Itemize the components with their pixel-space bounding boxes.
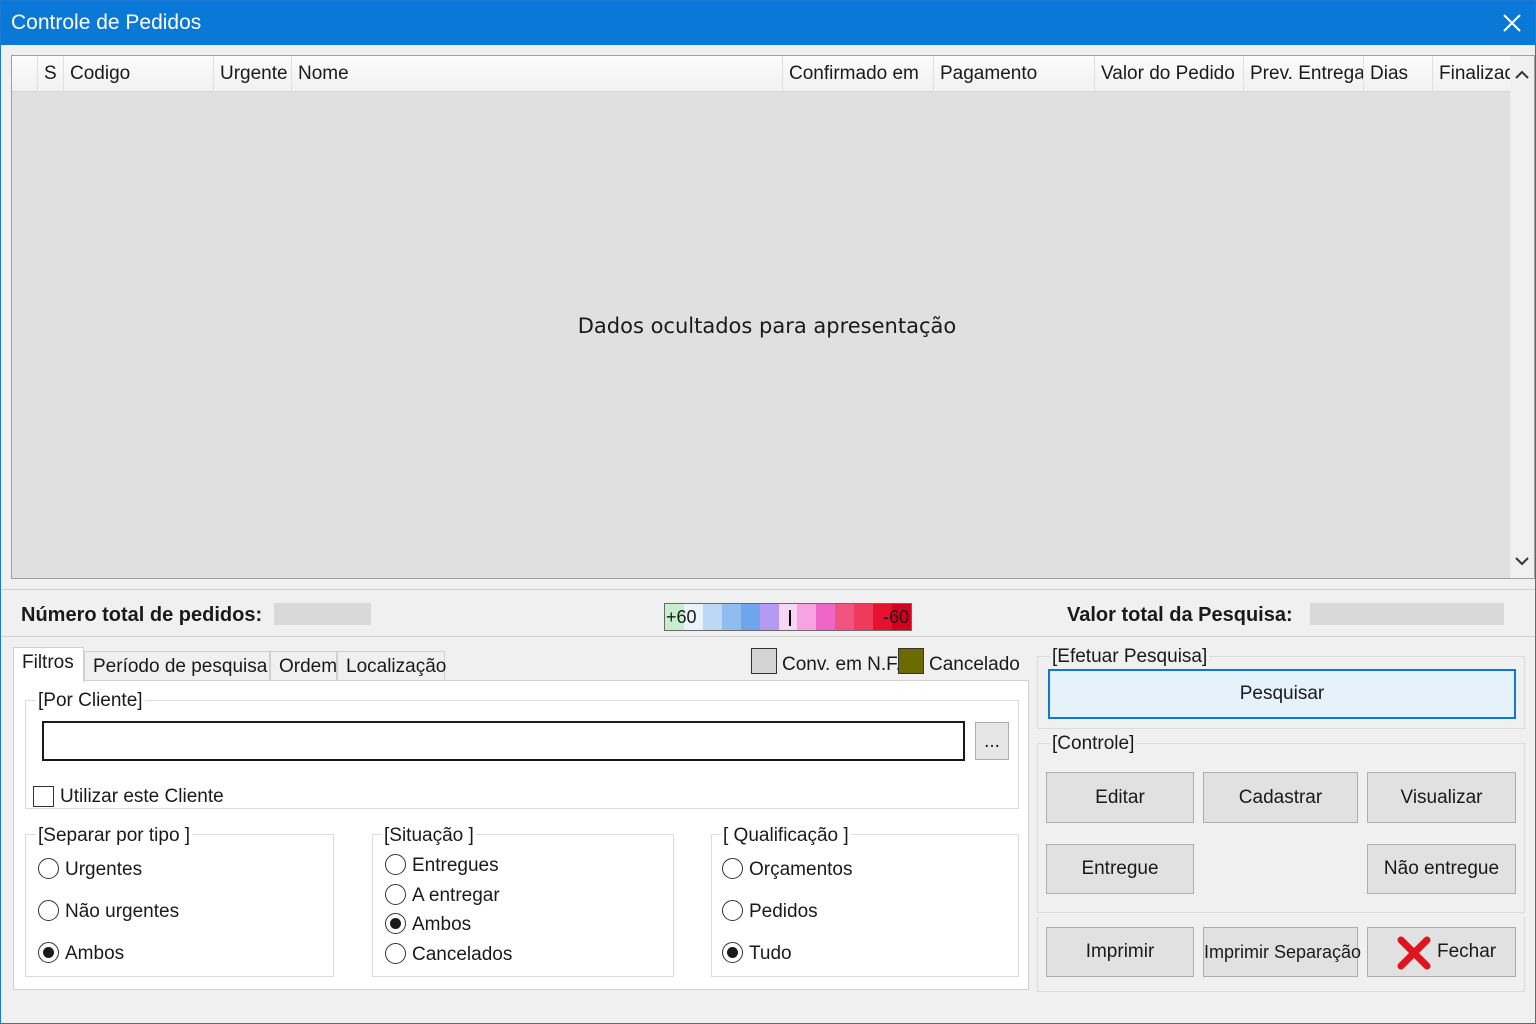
- column-header-valor[interactable]: Valor do Pedido: [1095, 56, 1244, 92]
- legend-color-5: [759, 604, 779, 630]
- print-separation-button[interactable]: Imprimir Separação: [1203, 927, 1361, 977]
- legend-right-label: -60: [882, 607, 909, 627]
- total-orders-label: Número total de pedidos:: [21, 604, 263, 626]
- search-group-title: [Efetuar Pesquisa]: [1050, 646, 1210, 668]
- type-both-radio[interactable]: [38, 942, 59, 963]
- situation-cancelled-label: Cancelados: [412, 944, 513, 965]
- client-search-button[interactable]: ...: [975, 722, 1009, 760]
- not-delivered-button[interactable]: Não entregue: [1367, 844, 1516, 894]
- type-urgent-label: Urgentes: [65, 859, 143, 880]
- type-not-urgent-label: Não urgentes: [65, 901, 180, 922]
- print-button[interactable]: Imprimir: [1046, 927, 1194, 977]
- cancel-swatch: [898, 648, 924, 674]
- qual-all-label: Tudo: [749, 943, 792, 964]
- column-header-codigo[interactable]: Codigo: [64, 56, 214, 92]
- situation-cancelled-radio[interactable]: [385, 943, 406, 964]
- column-header-nome[interactable]: Nome: [292, 56, 783, 92]
- type-not-urgent-radio[interactable]: [38, 900, 59, 921]
- close-button-label: Fechar: [1437, 941, 1497, 962]
- chevron-down-icon[interactable]: [1515, 556, 1529, 566]
- column-header-indicator[interactable]: [12, 56, 38, 92]
- cancel-label: Cancelado: [929, 654, 1020, 675]
- legend-color-6: [778, 604, 798, 630]
- type-both-label: Ambos: [65, 943, 125, 964]
- delivered-button[interactable]: Entregue: [1046, 844, 1194, 894]
- grid-vertical-scrollbar[interactable]: [1510, 56, 1534, 578]
- client-group-title: [Por Cliente]: [36, 690, 145, 712]
- tab-filtros[interactable]: Filtros: [13, 647, 84, 682]
- legend-color-3: [721, 604, 741, 630]
- close-button[interactable]: Fechar: [1367, 927, 1516, 977]
- order-control-window: Controle de Pedidos S Codigo Urgente Nom…: [0, 0, 1536, 1024]
- days-color-legend: +60 -60: [664, 603, 912, 631]
- qual-budgets-label: Orçamentos: [749, 859, 853, 880]
- window-title: Controle de Pedidos: [11, 11, 202, 34]
- situation-delivered-label: Entregues: [412, 855, 499, 876]
- close-icon: [1503, 14, 1521, 32]
- legend-left-label: +60: [666, 607, 697, 627]
- tab-periodo[interactable]: Período de pesquisa: [84, 651, 270, 681]
- total-value-label: Valor total da Pesquisa:: [1067, 604, 1293, 626]
- column-header-urgente[interactable]: Urgente: [214, 56, 292, 92]
- situation-both-label: Ambos: [412, 914, 472, 935]
- nf-label: Conv. em N.F.: [782, 654, 901, 675]
- orders-grid[interactable]: S Codigo Urgente Nome Confirmado em Paga…: [11, 55, 1535, 579]
- legend-marker: [789, 610, 791, 626]
- grid-header: S Codigo Urgente Nome Confirmado em Paga…: [12, 56, 1512, 92]
- nf-swatch: [751, 648, 777, 674]
- type-urgent-radio[interactable]: [38, 858, 59, 879]
- column-header-finalizado[interactable]: Finalizado: [1433, 56, 1512, 92]
- grid-hidden-message: Dados ocultados para apresentação: [577, 314, 957, 338]
- legend-color-9: [835, 604, 855, 630]
- legend-color-4: [740, 604, 760, 630]
- qual-orders-label: Pedidos: [749, 901, 818, 922]
- qual-budgets-radio[interactable]: [722, 858, 743, 879]
- edit-button[interactable]: Editar: [1046, 772, 1194, 823]
- column-header-prev-entrega[interactable]: Prev. Entrega: [1244, 56, 1364, 92]
- window-close-button[interactable]: [1489, 1, 1535, 45]
- use-client-checkbox[interactable]: [33, 786, 54, 807]
- total-value-value: [1310, 603, 1504, 625]
- column-header-dias[interactable]: Dias: [1364, 56, 1433, 92]
- view-button[interactable]: Visualizar: [1367, 772, 1516, 823]
- legend-color-2: [702, 604, 722, 630]
- qual-orders-radio[interactable]: [722, 900, 743, 921]
- situation-delivered-radio[interactable]: [385, 854, 406, 875]
- chevron-up-icon[interactable]: [1515, 70, 1529, 80]
- situation-group-title: [Situação ]: [382, 825, 476, 847]
- total-orders-value: [274, 603, 371, 625]
- use-client-label: Utilizar este Cliente: [60, 786, 224, 807]
- search-button[interactable]: Pesquisar: [1048, 669, 1516, 719]
- summary-bar: Número total de pedidos: +60 -60 Valor t…: [1, 589, 1535, 637]
- legend-color-7: [797, 604, 817, 630]
- column-header-pagamento[interactable]: Pagamento: [934, 56, 1095, 92]
- tab-localizacao[interactable]: Localização: [337, 651, 446, 681]
- situation-to-deliver-label: A entregar: [412, 885, 500, 906]
- control-group-title: [Controle]: [1050, 733, 1137, 755]
- legend-color-10: [854, 604, 874, 630]
- type-group-title: [Separar por tipo ]: [36, 825, 193, 847]
- red-x-icon: [1397, 936, 1431, 970]
- situation-to-deliver-radio[interactable]: [385, 884, 406, 905]
- register-button[interactable]: Cadastrar: [1203, 772, 1358, 823]
- tab-ordem[interactable]: Ordem: [270, 651, 337, 681]
- legend-color-8: [816, 604, 836, 630]
- qualification-group-title: [ Qualificação ]: [721, 825, 851, 847]
- situation-both-radio[interactable]: [385, 913, 406, 934]
- client-input[interactable]: [42, 721, 965, 761]
- column-header-confirmado[interactable]: Confirmado em: [783, 56, 934, 92]
- column-header-s[interactable]: S: [38, 56, 64, 92]
- qual-all-radio[interactable]: [722, 942, 743, 963]
- title-bar: Controle de Pedidos: [1, 1, 1535, 45]
